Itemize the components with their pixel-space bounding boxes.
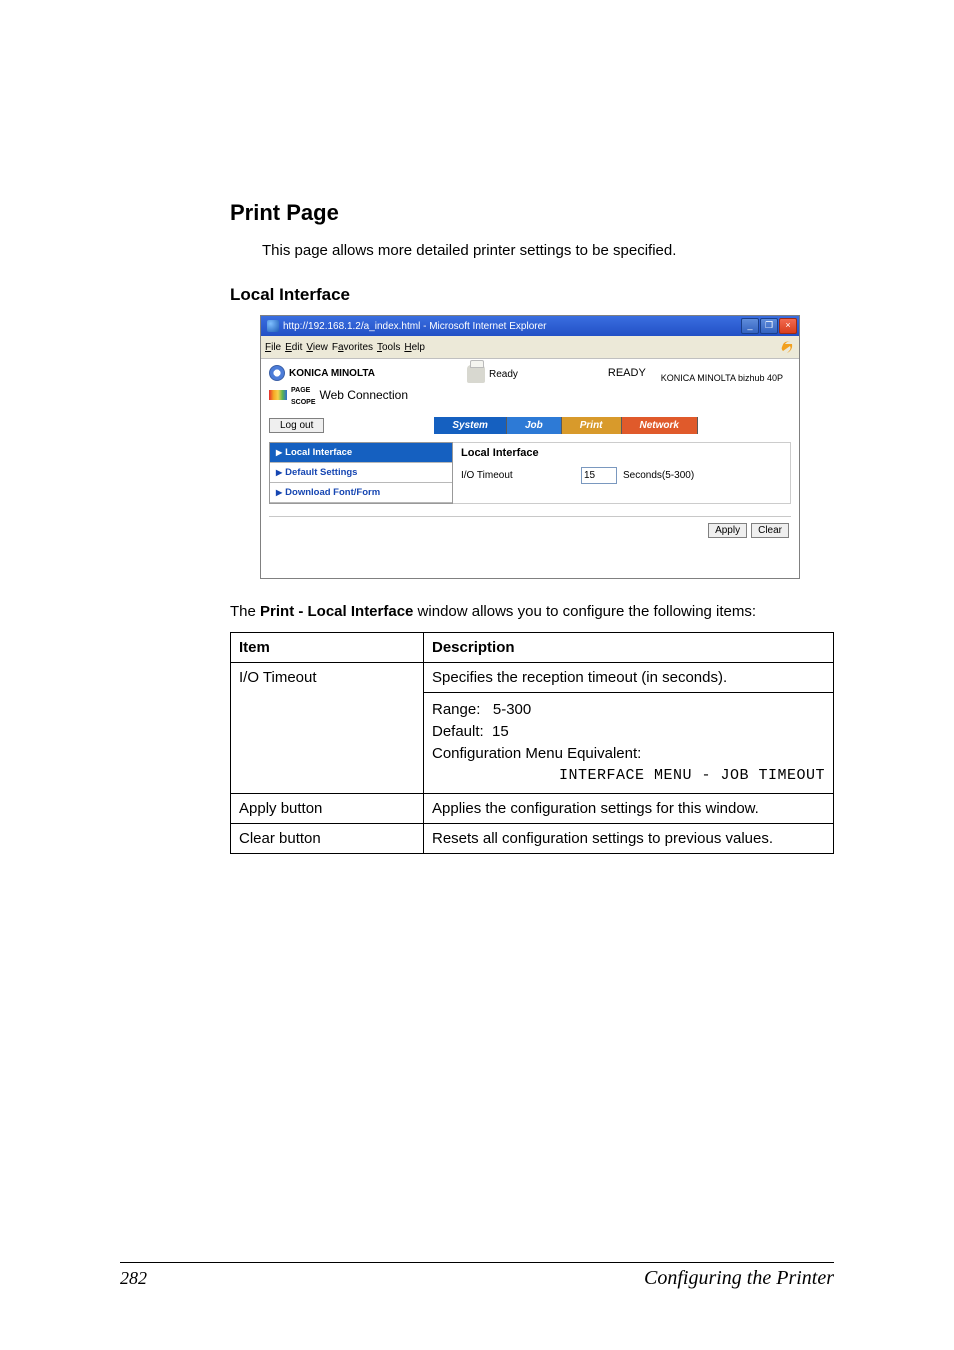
km-globe-icon	[269, 365, 285, 381]
after-text: The Print - Local Interface window allow…	[230, 603, 834, 620]
printer-icon	[467, 365, 485, 383]
io-timeout-suffix: Seconds(5-300)	[623, 470, 694, 481]
heading-print-page: Print Page	[230, 200, 834, 226]
triangle-icon: ▶	[276, 448, 282, 457]
page-number: 282	[120, 1268, 147, 1289]
td-apply: Apply button	[231, 794, 424, 824]
titlebar: http://192.168.1.2/a_index.html - Micros…	[261, 316, 799, 336]
footer-text: Configuring the Printer	[644, 1267, 834, 1290]
menubar: File Edit View Favorites Tools Help	[261, 336, 799, 359]
tab-print[interactable]: Print	[562, 417, 622, 434]
triangle-icon: ▶	[276, 488, 282, 497]
page-footer: 282 Configuring the Printer	[120, 1262, 834, 1290]
pagescope-logo: PAGESCOPE Web Connection	[269, 383, 449, 407]
td-io-range: Range: 5-300 Default: 15 Configuration M…	[424, 693, 834, 794]
apply-button[interactable]: Apply	[708, 523, 747, 538]
ready-status-large: READY	[608, 367, 646, 379]
tab-job[interactable]: Job	[507, 417, 562, 434]
io-timeout-input[interactable]	[581, 467, 617, 484]
td-io-desc: Specifies the reception timeout (in seco…	[424, 663, 834, 693]
th-description: Description	[424, 633, 834, 663]
io-timeout-label: I/O Timeout	[461, 470, 581, 481]
triangle-icon: ▶	[276, 468, 282, 477]
menu-help[interactable]: Help	[404, 342, 425, 353]
sidebar-item-local-interface[interactable]: ▶Local Interface	[270, 443, 452, 463]
main-pane: Local Interface I/O Timeout Seconds(5-30…	[453, 442, 791, 504]
clear-button[interactable]: Clear	[751, 523, 789, 538]
model-name: KONICA MINOLTA bizhub 40P	[661, 365, 791, 383]
td-apply-desc: Applies the configuration settings for t…	[424, 794, 834, 824]
browser-window: http://192.168.1.2/a_index.html - Micros…	[260, 315, 800, 579]
content-area: KONICA MINOLTA PAGESCOPE Web Connection …	[261, 359, 799, 578]
th-item: Item	[231, 633, 424, 663]
ie-throbber-icon	[779, 339, 795, 355]
window-close-button[interactable]: ×	[779, 318, 797, 334]
td-io-timeout: I/O Timeout	[231, 663, 424, 794]
td-clear: Clear button	[231, 824, 424, 854]
td-clear-desc: Resets all configuration settings to pre…	[424, 824, 834, 854]
pane-title: Local Interface	[461, 447, 782, 459]
sidebar-item-download-font-form[interactable]: ▶Download Font/Form	[270, 483, 452, 503]
printer-status: Ready	[467, 365, 518, 383]
window-maximize-button[interactable]: ❐	[760, 318, 778, 334]
menu-tools[interactable]: Tools	[377, 342, 400, 353]
tab-network[interactable]: Network	[622, 417, 698, 434]
konica-minolta-logo: KONICA MINOLTA	[269, 365, 449, 381]
pagescope-icon	[269, 390, 287, 400]
heading-local-interface: Local Interface	[230, 285, 834, 305]
menu-file[interactable]: File	[265, 342, 281, 353]
menu-view[interactable]: View	[306, 342, 328, 353]
window-minimize-button[interactable]: _	[741, 318, 759, 334]
menu-edit[interactable]: Edit	[285, 342, 302, 353]
titlebar-text: http://192.168.1.2/a_index.html - Micros…	[283, 321, 546, 332]
info-table: Item Description I/O Timeout Specifies t…	[230, 632, 834, 854]
logout-button[interactable]: Log out	[269, 418, 324, 433]
intro-text: This page allows more detailed printer s…	[262, 242, 834, 259]
ie-icon	[267, 320, 279, 332]
sidebar-item-default-settings[interactable]: ▶Default Settings	[270, 463, 452, 483]
tab-system[interactable]: System	[434, 417, 507, 434]
sidebar: ▶Local Interface ▶Default Settings ▶Down…	[269, 442, 453, 504]
menu-favorites[interactable]: Favorites	[332, 342, 373, 353]
